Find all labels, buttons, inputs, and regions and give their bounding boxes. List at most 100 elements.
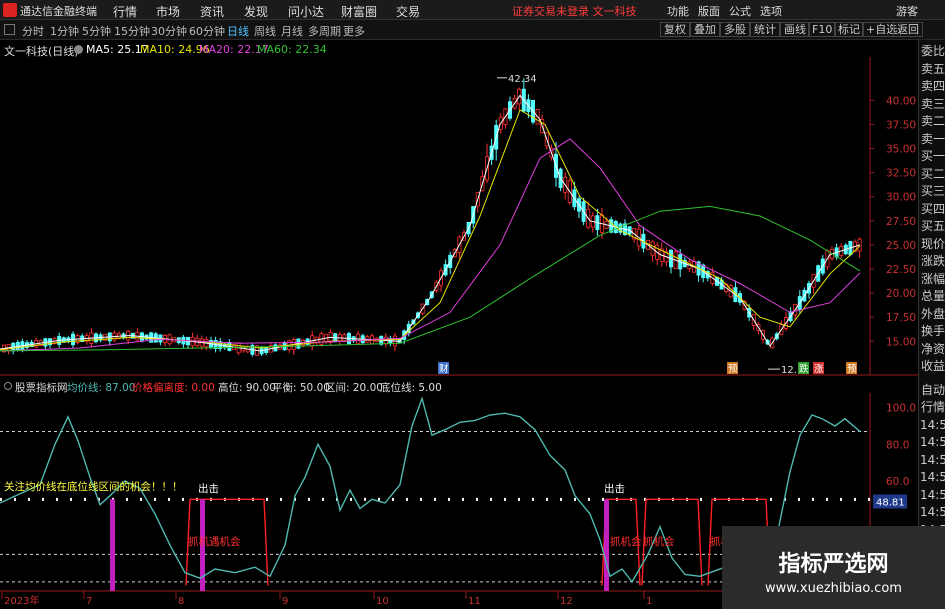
candlestick-chart[interactable]: 15.00 17.50 20.00 22.50 25.00 27.50 30.00 32.50… [0,57,918,379]
out-label-2: 出击 [604,482,625,495]
app-title: 通达信金融终端 [20,5,97,18]
tab-intraday[interactable]: 分时 [22,23,44,39]
login-notice[interactable]: 证券交易未登录 文一科技 [512,3,637,19]
y-tick-label: 32.50 [886,168,916,180]
side-item-24[interactable]: 14:5 [920,469,945,485]
indicator-settings-icon[interactable] [4,382,12,390]
y-tick-label: 17.50 [886,312,916,324]
ind-tick-label: 80.0 [886,439,909,451]
settings-dot-icon[interactable] [74,45,83,54]
side-item-8[interactable]: 买三 [920,183,945,199]
side-item-11[interactable]: 现价 [920,236,945,252]
side-item-5[interactable]: 卖一 [920,131,945,147]
side-item-23[interactable]: 14:5 [920,452,945,468]
side-item-25[interactable]: 14:5 [920,487,945,503]
out-label-1: 出击 [198,482,219,495]
date-label: 11 [468,596,481,607]
menu-discover[interactable]: 发现 [244,3,268,20]
menu-bar: 通达信金融终端 行情 市场 资讯 发现 问小达 财富圈 交易 证券交易未登录 文… [0,0,945,20]
current-value-label: 48.81 [876,498,905,509]
tab-60min[interactable]: 60分钟 [189,23,225,39]
date-label: 2023年 [4,594,39,607]
tab-5min[interactable]: 5分钟 [82,23,111,39]
quote-side-panel: 委比卖五 卖四卖三 卖二卖一 买一买二 买三买四 买五现价 涨跌涨幅 总量外盘 换手净资 收益自动… [918,40,945,609]
side-item-15[interactable]: 外盘 [920,306,945,322]
ma-line-ma5 [0,94,861,352]
chance-label-2: 抓机会 [610,535,642,548]
menu-trade[interactable]: 交易 [396,3,420,20]
side-item-4[interactable]: 卖二 [920,113,945,129]
signal-bar-2 [604,499,609,591]
menu-functions[interactable]: 功能 [667,3,689,19]
layout-icon[interactable] [4,24,15,35]
multi-stock-button[interactable]: 多股 [720,22,750,37]
stats-button[interactable]: 统计 [750,22,780,37]
event-mark-label: 预 [728,364,738,375]
y-tick-label: 30.00 [886,192,916,204]
indicator-header: 股票指标网 均价线: 87.00 价格偏离度: 0.00 高位: 90.00 平… [0,379,900,394]
side-item-7[interactable]: 买二 [920,166,945,182]
side-item-21[interactable]: 14:5 [920,417,945,433]
menu-wealth[interactable]: 财富圈 [341,3,377,20]
side-item-19[interactable]: 自动 [920,382,945,398]
side-item-14[interactable]: 总量 [920,288,945,304]
date-label: 12 [560,596,573,607]
y-tick-label: 15.00 [886,336,916,348]
side-item-9[interactable]: 买四 [920,201,945,217]
adjust-button[interactable]: 复权 [660,22,690,37]
y-tick-label: 25.00 [886,240,916,252]
tab-more[interactable]: 更多 [343,23,365,39]
overlay-button[interactable]: 叠加 [690,22,720,37]
y-tick-label: 35.00 [886,144,916,156]
back-button[interactable]: 返回 [893,22,923,37]
high-price-label: 42.34 [508,74,537,85]
tab-1min[interactable]: 1分钟 [50,23,79,39]
ind-tick-label: 100.0 [886,403,916,415]
side-item-2[interactable]: 卖四 [920,78,945,94]
guest-label[interactable]: 游客 [896,3,918,19]
tab-monthly[interactable]: 月线 [281,23,303,39]
side-item-1[interactable]: 卖五 [920,61,945,77]
date-label: 1 [646,596,652,607]
mark-button[interactable]: 标记 [834,22,864,37]
menu-ask[interactable]: 问小达 [288,3,324,20]
side-item-22[interactable]: 14:5 [920,434,945,450]
watermark-url: www.xuezhibiao.com [765,581,902,596]
side-item-13[interactable]: 涨幅 [920,271,945,287]
side-item-6[interactable]: 买一 [920,148,945,164]
menu-news[interactable]: 资讯 [200,3,224,20]
side-item-3[interactable]: 卖三 [920,96,945,112]
chance-label-1: 抓机遇机会 [188,535,241,548]
watermark-title: 指标严选网 [778,552,889,577]
menu-market[interactable]: 行情 [113,3,137,20]
menu-layout[interactable]: 版面 [698,3,720,19]
side-item-26[interactable]: 14:5 [920,504,945,520]
ind-tick-label: 60.0 [886,476,909,488]
tab-weekly[interactable]: 周线 [254,23,276,39]
signal-bar-0 [110,499,115,591]
side-item-20[interactable]: 行情 [920,399,945,415]
notice-text: 关注均价线在底位线区间的机会！！！ [4,480,183,493]
side-item-12[interactable]: 涨跌 [920,253,945,269]
tab-daily[interactable]: 日线 [227,23,249,39]
side-item-16[interactable]: 换手 [920,323,945,339]
y-tick-label: 27.50 [886,216,916,228]
menu-options[interactable]: 选项 [760,3,782,19]
menu-market-center[interactable]: 市场 [156,3,180,20]
menu-formula[interactable]: 公式 [729,3,751,19]
period-toolbar: 分时 1分钟 5分钟 15分钟 30分钟 60分钟 日线 周线 月线 多周期 更… [0,20,945,40]
main-chart-header: 文一科技(日线) MA5: 25.17 MA10: 24.96 MA20: 22… [0,41,880,58]
event-mark-label: 财 [439,363,449,375]
y-tick-label: 20.00 [886,288,916,300]
draw-button[interactable]: 画线 [780,22,810,37]
date-label: 9 [282,596,288,607]
tab-multi-period[interactable]: 多周期 [308,23,341,39]
side-item-0[interactable]: 委比 [920,43,945,59]
tab-30min[interactable]: 30分钟 [151,23,187,39]
side-item-17[interactable]: 净资 [920,341,945,357]
side-item-18[interactable]: 收益 [920,358,945,374]
ma-line-ma20 [0,138,861,352]
f10-button[interactable]: F10 [808,22,837,37]
side-item-10[interactable]: 买五 [920,218,945,234]
tab-15min[interactable]: 15分钟 [114,23,150,39]
